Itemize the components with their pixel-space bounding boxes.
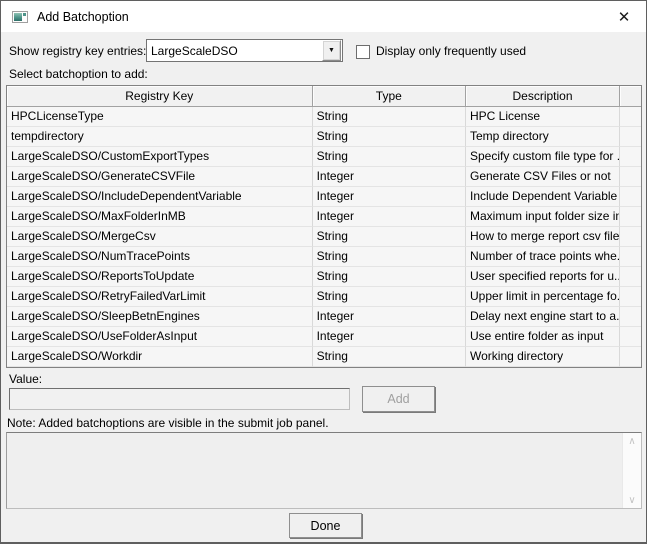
table-row[interactable]: LargeScaleDSO/MaxFolderInMB Integer Maxi… (7, 207, 641, 227)
registry-entries-label: Show registry key entries: (9, 44, 147, 58)
cell-type: String (312, 127, 466, 147)
cell-description: Generate CSV Files or not (466, 167, 621, 187)
table-row[interactable]: LargeScaleDSO/UseFolderAsInput Integer U… (7, 327, 641, 347)
cell-registry-key: LargeScaleDSO/CustomExportTypes (7, 147, 313, 167)
cell-description: How to merge report csv files (466, 227, 621, 247)
cell-description: Temp directory (466, 127, 621, 147)
done-button[interactable]: Done (289, 513, 362, 538)
cell-type: Integer (312, 327, 466, 347)
column-header-type[interactable]: Type (312, 86, 466, 107)
cell-type: String (312, 107, 466, 127)
cell-description: HPC License (466, 107, 621, 127)
cell-type: Integer (312, 167, 466, 187)
scroll-up-icon[interactable]: ∧ (623, 433, 641, 449)
table-row[interactable]: LargeScaleDSO/SleepBetnEngines Integer D… (7, 307, 641, 327)
registry-key-selected-value: LargeScaleDSO (151, 43, 238, 58)
app-icon-teal-pane (14, 12, 22, 21)
cell-spacer (620, 107, 641, 127)
cell-type: String (312, 287, 466, 307)
table-row[interactable]: LargeScaleDSO/IncludeDependentVariable I… (7, 187, 641, 207)
cell-spacer (620, 227, 641, 247)
value-input[interactable] (9, 388, 350, 410)
column-header-description[interactable]: Description (466, 86, 621, 107)
cell-description: Use entire folder as input (466, 327, 621, 347)
cell-type: String (312, 347, 466, 367)
value-label: Value: (9, 372, 43, 386)
select-batchoption-label: Select batchoption to add: (9, 67, 148, 81)
add-batchoption-dialog: Add Batchoption ✕ Show registry key entr… (0, 0, 647, 544)
title-bar: Add Batchoption ✕ (1, 1, 646, 32)
cell-spacer (620, 347, 641, 367)
table-row[interactable]: LargeScaleDSO/NumTracePoints String Numb… (7, 247, 641, 267)
app-icon-stripe (23, 12, 26, 16)
cell-spacer (620, 127, 641, 147)
cell-description: Upper limit in percentage fo... (466, 287, 621, 307)
batchoption-table: Registry Key Type Description HPCLicense… (6, 85, 642, 368)
column-header-registry-key[interactable]: Registry Key (7, 86, 313, 107)
cell-spacer (620, 307, 641, 327)
cell-type: String (312, 147, 466, 167)
add-button[interactable]: Add (362, 386, 435, 412)
cell-spacer (620, 167, 641, 187)
cell-spacer (620, 187, 641, 207)
app-icon (12, 10, 28, 23)
cell-description: Include Dependent Variable ... (466, 187, 621, 207)
cell-type: String (312, 247, 466, 267)
cell-description: Specify custom file type for ... (466, 147, 621, 167)
cell-spacer (620, 267, 641, 287)
chevron-down-icon: ▼ (328, 47, 335, 54)
cell-registry-key: LargeScaleDSO/MergeCsv (7, 227, 313, 247)
cell-registry-key: LargeScaleDSO/NumTracePoints (7, 247, 313, 267)
cell-spacer (620, 147, 641, 167)
cell-spacer (620, 287, 641, 307)
frequently-used-checkbox[interactable] (356, 45, 370, 59)
table-row[interactable]: LargeScaleDSO/RetryFailedVarLimit String… (7, 287, 641, 307)
cell-registry-key: LargeScaleDSO/Workdir (7, 347, 313, 367)
table-header: Registry Key Type Description (7, 86, 641, 107)
close-icon[interactable]: ✕ (613, 6, 635, 28)
table-row[interactable]: LargeScaleDSO/Workdir String Working dir… (7, 347, 641, 367)
cell-registry-key: HPCLicenseType (7, 107, 313, 127)
added-batchoptions-panel[interactable]: ∧ ∨ (6, 432, 642, 509)
table-row[interactable]: tempdirectory String Temp directory (7, 127, 641, 147)
table-row[interactable]: HPCLicenseType String HPC License (7, 107, 641, 127)
cell-registry-key: LargeScaleDSO/IncludeDependentVariable (7, 187, 313, 207)
column-header-spacer (620, 86, 641, 107)
cell-spacer (620, 207, 641, 227)
table-row[interactable]: LargeScaleDSO/GenerateCSVFile Integer Ge… (7, 167, 641, 187)
note-label: Note: Added batchoptions are visible in … (7, 416, 329, 430)
cell-description: Maximum input folder size in... (466, 207, 621, 227)
frequently-used-label: Display only frequently used (376, 44, 527, 58)
cell-registry-key: LargeScaleDSO/SleepBetnEngines (7, 307, 313, 327)
cell-registry-key: LargeScaleDSO/RetryFailedVarLimit (7, 287, 313, 307)
cell-description: Number of trace points whe... (466, 247, 621, 267)
dropdown-button[interactable]: ▼ (322, 40, 341, 61)
cell-registry-key: tempdirectory (7, 127, 313, 147)
cell-type: Integer (312, 207, 466, 227)
window-title: Add Batchoption (37, 9, 129, 24)
cell-type: Integer (312, 307, 466, 327)
cell-type: String (312, 267, 466, 287)
cell-registry-key: LargeScaleDSO/MaxFolderInMB (7, 207, 313, 227)
cell-registry-key: LargeScaleDSO/UseFolderAsInput (7, 327, 313, 347)
table-row[interactable]: LargeScaleDSO/MergeCsv String How to mer… (7, 227, 641, 247)
registry-key-select[interactable]: LargeScaleDSO ▼ (146, 39, 343, 62)
table-row[interactable]: LargeScaleDSO/CustomExportTypes String S… (7, 147, 641, 167)
table-row[interactable]: LargeScaleDSO/ReportsToUpdate String Use… (7, 267, 641, 287)
table-body: HPCLicenseType String HPC License tempdi… (7, 107, 641, 367)
cell-description: User specified reports for u... (466, 267, 621, 287)
cell-registry-key: LargeScaleDSO/ReportsToUpdate (7, 267, 313, 287)
cell-description: Working directory (466, 347, 621, 367)
cell-registry-key: LargeScaleDSO/GenerateCSVFile (7, 167, 313, 187)
cell-spacer (620, 327, 641, 347)
scroll-down-icon[interactable]: ∨ (623, 492, 641, 508)
cell-description: Delay next engine start to a... (466, 307, 621, 327)
cell-type: Integer (312, 187, 466, 207)
cell-type: String (312, 227, 466, 247)
vertical-scrollbar[interactable]: ∧ ∨ (622, 433, 641, 508)
cell-spacer (620, 247, 641, 267)
